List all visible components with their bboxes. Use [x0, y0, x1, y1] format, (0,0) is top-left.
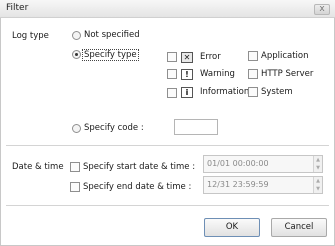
- warning-icon: !: [181, 69, 193, 80]
- error-label[interactable]: Error: [200, 52, 221, 62]
- start-date-spinner[interactable]: ▲ ▼: [313, 156, 322, 172]
- end-date-label[interactable]: Specify end date & time :: [83, 182, 191, 192]
- specify-code-label[interactable]: Specify code :: [84, 123, 144, 133]
- warning-label[interactable]: Warning: [200, 69, 235, 79]
- spin-up-icon[interactable]: ▲: [314, 177, 322, 185]
- error-icon: ✕: [181, 52, 193, 63]
- title-bar: [0, 0, 335, 18]
- system-label[interactable]: System: [261, 87, 293, 97]
- cancel-button[interactable]: Cancel: [271, 218, 327, 237]
- end-date-spinner[interactable]: ▲ ▼: [313, 177, 322, 193]
- spin-down-icon[interactable]: ▼: [314, 164, 322, 172]
- not-specified-label[interactable]: Not specified: [84, 30, 140, 40]
- information-icon: i: [181, 87, 193, 98]
- error-checkbox[interactable]: [167, 52, 177, 62]
- application-checkbox[interactable]: [248, 51, 258, 61]
- specify-type-radio[interactable]: [72, 50, 81, 59]
- not-specified-radio[interactable]: [72, 31, 81, 40]
- information-label[interactable]: Information: [200, 87, 249, 97]
- application-label[interactable]: Application: [261, 51, 309, 61]
- start-date-label[interactable]: Specify start date & time :: [83, 162, 195, 172]
- footer-divider: [6, 205, 329, 206]
- start-date-input[interactable]: 01/01 00:00:00: [203, 155, 323, 173]
- ok-button[interactable]: OK: [204, 218, 260, 237]
- end-date-checkbox[interactable]: [70, 182, 80, 192]
- spin-down-icon[interactable]: ▼: [314, 185, 322, 193]
- close-icon: x: [319, 4, 325, 14]
- date-time-label: Date & time: [12, 162, 64, 172]
- http-server-label[interactable]: HTTP Server: [261, 69, 313, 79]
- information-checkbox[interactable]: [167, 88, 177, 98]
- system-checkbox[interactable]: [248, 87, 258, 97]
- start-date-checkbox[interactable]: [70, 162, 80, 172]
- code-input[interactable]: [174, 119, 218, 135]
- spin-up-icon[interactable]: ▲: [314, 156, 322, 164]
- warning-checkbox[interactable]: [167, 69, 177, 79]
- section-divider: [6, 145, 329, 146]
- specify-code-radio[interactable]: [72, 124, 81, 133]
- log-type-label: Log type: [12, 31, 49, 41]
- specify-type-label[interactable]: Specify type: [82, 49, 139, 61]
- start-date-value: 01/01 00:00:00: [207, 159, 269, 168]
- http-server-checkbox[interactable]: [248, 69, 258, 79]
- window-title: Filter: [6, 3, 29, 13]
- end-date-input[interactable]: 12/31 23:59:59: [203, 176, 323, 194]
- end-date-value: 12/31 23:59:59: [207, 180, 269, 189]
- close-button[interactable]: x: [314, 4, 330, 15]
